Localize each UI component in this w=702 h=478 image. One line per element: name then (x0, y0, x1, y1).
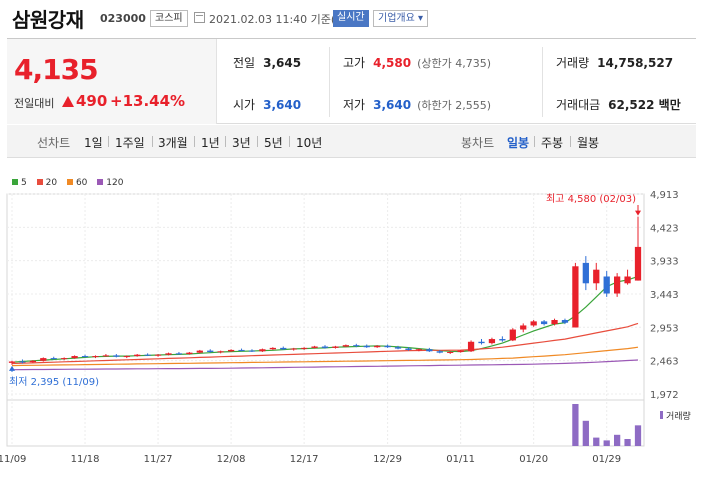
x-tick-label: 12/08 (217, 454, 246, 465)
candle-body (134, 354, 141, 357)
candle-body (175, 353, 183, 355)
candle-body (301, 347, 308, 349)
candle-body (353, 345, 360, 347)
candle-body (415, 349, 423, 351)
candle-body (154, 354, 162, 356)
candle-body (61, 358, 68, 360)
candle-body (50, 358, 57, 360)
y-tick-label: 3,933 (650, 257, 679, 268)
candle-body (426, 349, 433, 352)
candle-body (467, 341, 475, 352)
x-tick-label: 11/18 (71, 454, 100, 465)
candle-body (614, 276, 621, 294)
candle-body (530, 321, 537, 326)
candle-body (342, 345, 349, 347)
min-arrow-head (9, 365, 15, 371)
volume-bar (572, 404, 579, 446)
volume-legend-swatch (660, 411, 663, 419)
volume-bar (634, 425, 642, 446)
ma-line-20 (11, 322, 639, 365)
candle-body (290, 348, 297, 350)
candle-body (363, 345, 370, 348)
candle-body (102, 355, 110, 357)
volume-bar (603, 440, 610, 446)
candle-body (509, 329, 516, 341)
max-annotation: 최고 4,580 (02/03) (546, 193, 636, 205)
candle-body (40, 358, 47, 361)
max-arrow-head (635, 210, 641, 216)
y-tick-label: 1,972 (650, 390, 679, 401)
candle-body (144, 354, 151, 356)
candle-body (582, 262, 589, 284)
candle-body (603, 276, 610, 294)
candle-body (165, 353, 172, 355)
candle-body (447, 351, 454, 353)
candle-body (311, 346, 318, 348)
candle-body (499, 339, 506, 341)
candle-body (238, 349, 245, 351)
candle-body (551, 320, 558, 325)
candle-body (248, 350, 256, 352)
candle-body (478, 341, 485, 344)
ma-line-5 (11, 275, 639, 363)
candle-body (81, 356, 89, 358)
y-tick-label: 2,953 (650, 323, 679, 334)
candle-body (488, 339, 496, 344)
x-tick-label: 01/29 (592, 454, 621, 465)
candle-body (92, 356, 99, 358)
candle-body (405, 348, 412, 350)
candle-body (269, 347, 276, 350)
volume-bar (582, 420, 589, 446)
min-annotation: 최저 2,395 (11/09) (9, 376, 99, 388)
x-tick-label: 01/11 (446, 454, 475, 465)
candle-body (572, 266, 579, 328)
candle-body (593, 269, 600, 284)
y-tick-label: 3,443 (650, 290, 679, 301)
chart-frame (6, 193, 645, 447)
candle-body (123, 356, 130, 358)
candle-body (186, 352, 193, 355)
candle-body (436, 351, 443, 353)
candle-body (259, 349, 266, 352)
candle-body (520, 325, 527, 330)
candle-body (207, 350, 214, 352)
candle-body (634, 246, 642, 281)
candle-body (374, 345, 381, 348)
volume-bar (624, 439, 631, 446)
x-tick-label: 11/09 (0, 454, 26, 465)
candle-body (217, 351, 224, 353)
x-tick-label: 01/20 (519, 454, 548, 465)
candle-body (561, 320, 569, 323)
candle-body (196, 350, 203, 353)
x-tick-label: 12/17 (290, 454, 319, 465)
volume-bar (614, 434, 621, 446)
y-tick-label: 4,913 (650, 190, 679, 201)
candle-body (540, 321, 548, 325)
y-tick-label: 2,463 (650, 357, 679, 368)
price-chart[interactable]: 4,913 4,423 3,933 3,443 2,953 2,463 1,972 11/09… (0, 0, 702, 478)
candle-body (321, 346, 329, 348)
candle-body (71, 356, 78, 359)
candle-body (280, 347, 287, 350)
candle-body (394, 347, 402, 349)
candle-body (29, 360, 36, 363)
volume-bar (593, 437, 600, 446)
candle-body (19, 361, 26, 363)
x-tick-label: 12/29 (373, 454, 402, 465)
candle-body (457, 350, 464, 352)
candle-body (113, 355, 120, 357)
x-tick-label: 11/27 (144, 454, 173, 465)
candle-body (8, 361, 16, 363)
volume-label: 거래량 (666, 410, 691, 422)
candle-body (332, 346, 339, 348)
candle-body (384, 345, 391, 348)
candle-body (624, 276, 631, 284)
y-tick-label: 4,423 (650, 223, 679, 234)
candle-body (227, 349, 235, 352)
